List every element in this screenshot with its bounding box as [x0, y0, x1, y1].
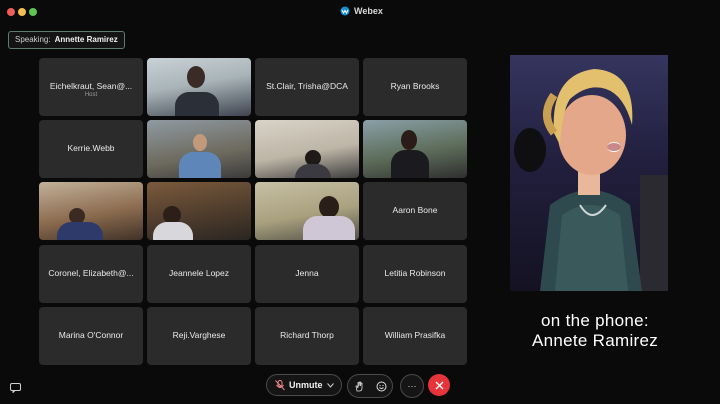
participant-tile[interactable]: Ryan Brooks [363, 58, 467, 116]
caption-line-1: on the phone: [541, 311, 649, 330]
chat-icon[interactable] [10, 380, 21, 398]
chevron-down-icon[interactable] [326, 382, 334, 388]
app-title-text: Webex [354, 6, 383, 16]
participant-name: Marina O'Connor [58, 330, 124, 340]
participant-name: Jeannele Lopez [168, 268, 230, 278]
participant-video-tile[interactable] [147, 120, 251, 178]
participant-name: William Prasifka [384, 330, 446, 340]
participant-body [179, 152, 221, 178]
participant-name: Ryan Brooks [390, 81, 440, 91]
minimize-window-button[interactable] [18, 8, 26, 16]
participant-tile[interactable]: Letitia Robinson [363, 245, 467, 303]
title-bar: Webex [0, 0, 720, 24]
caption-line-2: Annete Ramirez [531, 331, 659, 350]
participant-name: Eichelkraut, Sean@... [49, 81, 133, 91]
speaker-photo [510, 55, 668, 291]
participant-head [193, 134, 207, 151]
participant-head [401, 130, 417, 150]
participant-body [295, 164, 331, 178]
participant-video-tile[interactable] [255, 120, 359, 178]
participant-tile[interactable]: Kerrie.Webb [39, 120, 143, 178]
participant-body [57, 222, 103, 240]
more-options-button[interactable]: ··· [400, 374, 424, 398]
participant-tile[interactable]: Jenna [255, 245, 359, 303]
participant-name: Reji.Varghese [172, 330, 226, 340]
participant-tile[interactable]: Aaron Bone [363, 182, 467, 240]
participant-tile[interactable]: Eichelkraut, Sean@... Host [39, 58, 143, 116]
participant-name: Coronel, Elizabeth@... [48, 268, 134, 278]
webex-logo-icon [340, 6, 350, 16]
microphone-muted-icon [275, 379, 285, 390]
participant-tile[interactable]: Coronel, Elizabeth@... [39, 245, 143, 303]
participant-video-tile[interactable] [39, 182, 143, 240]
participant-tile[interactable]: William Prasifka [363, 307, 467, 365]
participant-tile[interactable]: Richard Thorp [255, 307, 359, 365]
app-title: Webex [340, 6, 383, 16]
participant-video-tile[interactable] [147, 58, 251, 116]
participant-video-tile[interactable] [147, 182, 251, 240]
participant-head [319, 196, 339, 218]
participant-tile[interactable]: St.Clair, Trisha@DCA [255, 58, 359, 116]
participant-name: Letitia Robinson [384, 268, 446, 278]
unmute-button[interactable]: Unmute [266, 374, 342, 396]
participant-body [153, 222, 193, 240]
participant-tile[interactable]: Reji.Varghese [147, 307, 251, 365]
reactions-group [347, 374, 393, 398]
close-icon [435, 381, 443, 389]
participant-body [303, 216, 355, 240]
participant-body [175, 92, 219, 116]
more-options-label: ··· [407, 381, 417, 391]
speaking-label: Speaking: [15, 35, 51, 44]
maximize-window-button[interactable] [29, 8, 37, 16]
participant-name: Aaron Bone [392, 205, 438, 215]
participant-body [391, 150, 429, 178]
end-call-button[interactable] [428, 374, 450, 396]
participant-video-tile[interactable] [255, 182, 359, 240]
active-speaker-indicator: Speaking: Annette Ramirez [8, 31, 125, 49]
participant-video-tile[interactable] [363, 120, 467, 178]
unmute-label: Unmute [289, 380, 323, 390]
host-badge: Host [84, 92, 98, 98]
participant-name: Richard Thorp [280, 330, 334, 340]
participant-head [187, 66, 205, 88]
participant-name: Kerrie.Webb [67, 143, 115, 153]
speaker-photo-image [514, 69, 668, 291]
close-window-button[interactable] [7, 8, 15, 16]
active-speaker-name: Annette Ramirez [54, 35, 118, 44]
raise-hand-icon[interactable] [354, 381, 365, 392]
participant-name: St.Clair, Trisha@DCA [266, 81, 348, 91]
participant-name: Jenna [295, 268, 319, 278]
participant-tile[interactable]: Jeannele Lopez [147, 245, 251, 303]
emoji-reaction-icon[interactable] [376, 381, 387, 392]
participant-tile[interactable]: Marina O'Connor [39, 307, 143, 365]
